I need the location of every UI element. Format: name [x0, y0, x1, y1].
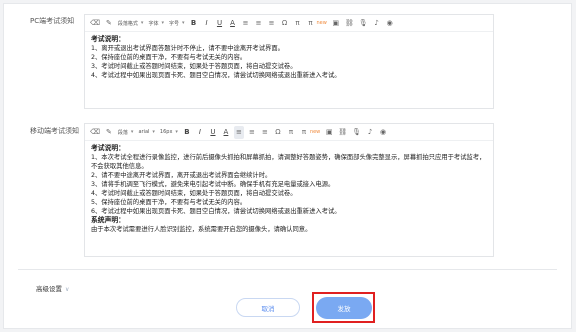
new-badge: new	[309, 129, 321, 135]
mobile-editor-toolbar: ⌫ ✎ 段落 arial 16px B I U A ≡ ≡ ≡ Ω π π ne…	[85, 124, 493, 141]
align-right-icon[interactable]: ≡	[260, 126, 270, 139]
align-center-icon[interactable]: ≡	[247, 126, 257, 139]
link-icon[interactable]: ⛓	[344, 17, 355, 30]
align-left-icon[interactable]: ≡	[233, 125, 244, 139]
new-badge: new	[316, 20, 327, 26]
pc-editor-toolbar: ⌫ ✎ 段落格式 字体 字号 B I U A ≡ ≡ ≡ Ω π π new ▣…	[85, 15, 493, 32]
cancel-button[interactable]: 取消	[236, 298, 300, 317]
microphone-icon[interactable]: 🎙	[351, 126, 362, 139]
italic-icon[interactable]: I	[202, 17, 212, 30]
format-brush-icon[interactable]: ✎	[104, 126, 114, 139]
pc-notice-content[interactable]: 考试说明： 1、离开或退出考试界面答题计时不停止，请不要中途离开考试界面。 2、…	[85, 32, 493, 83]
pc-notice-heading: 考试说明：	[91, 35, 125, 43]
image-icon[interactable]: ▣	[331, 17, 341, 30]
align-right-icon[interactable]: ≡	[267, 17, 277, 30]
publish-button[interactable]: 发放	[316, 297, 372, 319]
eraser-icon[interactable]: ⌫	[89, 17, 101, 30]
image-icon[interactable]: ▣	[324, 126, 334, 139]
font-color-icon[interactable]: A	[228, 17, 238, 30]
camera-icon[interactable]: ◉	[378, 126, 388, 139]
link-icon[interactable]: ⛓	[337, 126, 348, 139]
system-statement-heading: 系统声明：	[91, 216, 125, 224]
mobile-notice-line: 3、请将手机调至飞行模式，避免来电引起考试中断。确保手机有充足电量或接入电源。	[91, 181, 335, 188]
pc-notice-line: 4、考试过程中如果出现页面卡死、题目空白情况，请尝试切换网络或退出重新进入考试。	[91, 72, 341, 79]
mobile-notice-line: 2、请不要中途离开考试界面，离开或退出考试界面会继续计时。	[91, 172, 272, 179]
mobile-notice-line: 1、本次考试全程进行录像监控，进行前后摄像头抓拍和屏幕抓拍，请调整好答题姿势，确…	[91, 154, 486, 170]
bold-icon[interactable]: B	[189, 17, 199, 30]
font-color-icon[interactable]: A	[221, 126, 231, 139]
advanced-settings-label: 高级设置	[36, 285, 62, 293]
paragraph-format-select[interactable]: 段落	[117, 126, 135, 139]
camera-icon[interactable]: ◉	[385, 17, 395, 30]
mobile-notice-line: 5、保持座位前的桌面干净，不要有与考试无关的内容。	[91, 199, 247, 206]
mobile-notice-editor[interactable]: ⌫ ✎ 段落 arial 16px B I U A ≡ ≡ ≡ Ω π π ne…	[84, 123, 494, 257]
formula-new-icon[interactable]: π	[299, 126, 309, 139]
form-panel: PC端考试须知 ⌫ ✎ 段落格式 字体 字号 B I U A ≡ ≡ ≡ Ω π…	[3, 3, 572, 329]
omega-icon[interactable]: Ω	[273, 126, 283, 139]
format-brush-icon[interactable]: ✎	[104, 17, 114, 30]
microphone-icon[interactable]: 🎙	[358, 17, 369, 30]
font-family-select[interactable]: 字体	[147, 17, 165, 30]
paragraph-format-select[interactable]: 段落格式	[117, 17, 145, 30]
music-icon[interactable]: ♪	[372, 17, 382, 30]
pc-notice-label: PC端考试须知	[30, 17, 75, 25]
mobile-notice-heading: 考试说明：	[91, 144, 125, 152]
underline-icon[interactable]: U	[208, 126, 218, 139]
pc-notice-editor[interactable]: ⌫ ✎ 段落格式 字体 字号 B I U A ≡ ≡ ≡ Ω π π new ▣…	[84, 14, 494, 109]
section-divider	[18, 269, 557, 270]
align-center-icon[interactable]: ≡	[254, 17, 264, 30]
formula-new-icon[interactable]: π	[306, 17, 316, 30]
pc-notice-line: 3、考试时间截止或答题时间结束，如果处于答题页面，将自动提交试卷。	[91, 63, 297, 70]
align-left-icon[interactable]: ≡	[241, 17, 251, 30]
system-statement-line: 由于本次考试需要进行人脸识别监控，系统需要开启您的摄像头，请确认同意。	[91, 226, 312, 233]
music-icon[interactable]: ♪	[365, 126, 375, 139]
pc-notice-line: 2、保持座位前的桌面干净，不要有与考试无关的内容。	[91, 54, 247, 61]
pc-notice-line: 1、离开或退出考试界面答题计时不停止，请不要中途离开考试界面。	[91, 45, 284, 52]
mobile-notice-label: 移动端考试须知	[30, 127, 79, 135]
mobile-notice-content[interactable]: 考试说明： 1、本次考试全程进行录像监控，进行前后摄像头抓拍和屏幕抓拍，请调整好…	[85, 141, 493, 237]
advanced-settings-toggle[interactable]: 高级设置 ∨	[36, 283, 69, 293]
underline-icon[interactable]: U	[215, 17, 225, 30]
chevron-down-icon: ∨	[65, 286, 70, 293]
font-size-select[interactable]: 字号	[168, 17, 186, 30]
bold-icon[interactable]: B	[182, 126, 192, 139]
omega-icon[interactable]: Ω	[280, 17, 290, 30]
font-size-select[interactable]: 16px	[159, 126, 179, 139]
italic-icon[interactable]: I	[195, 126, 205, 139]
eraser-icon[interactable]: ⌫	[89, 126, 101, 139]
mobile-notice-line: 6、考试过程中如果出现页面卡死、题目空白情况，请尝试切换网络或退出重新进入考试。	[91, 208, 341, 215]
formula-icon[interactable]: π	[286, 126, 296, 139]
font-family-select[interactable]: arial	[137, 126, 155, 139]
mobile-notice-line: 4、考试时间截止或答题时间结束，如果处于答题页面，将自动提交试卷。	[91, 190, 297, 197]
formula-icon[interactable]: π	[293, 17, 303, 30]
